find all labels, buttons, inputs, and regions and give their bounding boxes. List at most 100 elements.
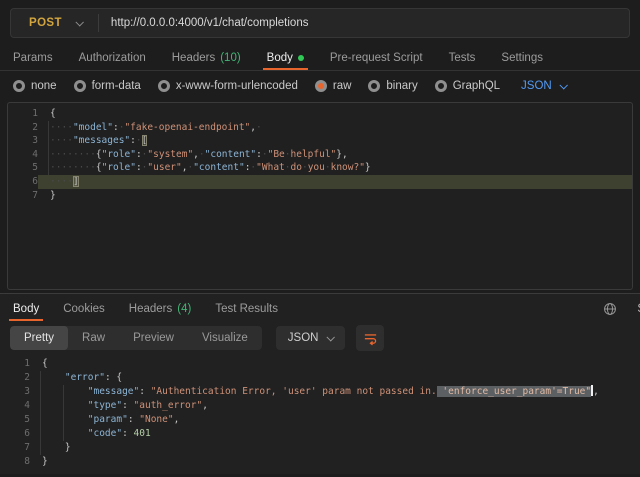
code-line-content: { bbox=[50, 107, 632, 121]
view-mode-group: Pretty Raw Preview Visualize bbox=[10, 326, 262, 350]
tab-authorization[interactable]: Authorization bbox=[78, 45, 147, 70]
line-number: 6 bbox=[14, 175, 38, 189]
code-line-content: "message": "Authentication Error, 'user'… bbox=[42, 385, 640, 399]
chevron-down-icon bbox=[327, 333, 335, 341]
code-line[interactable]: 3····"messages":·[ bbox=[8, 134, 632, 148]
code-line[interactable]: 1{ bbox=[8, 107, 632, 121]
globe-icon[interactable] bbox=[603, 302, 617, 316]
method-dropdown[interactable]: POST bbox=[11, 9, 98, 37]
radio-x-www-form-urlencoded[interactable]: x-www-form-urlencoded bbox=[158, 80, 298, 92]
tab-pre-request-script[interactable]: Pre-request Script bbox=[329, 45, 424, 70]
button-label: Visualize bbox=[202, 332, 248, 344]
code-line[interactable]: 1{ bbox=[0, 357, 640, 371]
tab-headers[interactable]: Headers (10) bbox=[171, 45, 242, 70]
tab-label: Tests bbox=[449, 52, 476, 64]
response-tab-body[interactable]: Body bbox=[12, 294, 40, 324]
radio-selected-icon bbox=[315, 80, 327, 92]
radio-icon bbox=[158, 80, 170, 92]
line-number: 7 bbox=[14, 189, 38, 203]
line-number: 3 bbox=[6, 385, 30, 399]
code-line[interactable]: 5 "param": "None", bbox=[0, 413, 640, 427]
button-label: Pretty bbox=[24, 332, 54, 344]
radio-label: GraphQL bbox=[453, 80, 500, 92]
chevron-down-icon bbox=[559, 81, 567, 89]
radio-binary[interactable]: binary bbox=[368, 80, 417, 92]
tab-params[interactable]: Params bbox=[12, 45, 54, 70]
view-pretty-button[interactable]: Pretty bbox=[10, 326, 68, 350]
radio-label: form-data bbox=[92, 80, 141, 92]
url-input[interactable] bbox=[99, 17, 629, 29]
request-language-dropdown[interactable]: JSON bbox=[521, 80, 566, 92]
radio-graphql[interactable]: GraphQL bbox=[435, 80, 500, 92]
code-line[interactable]: 7 } bbox=[0, 441, 640, 455]
radio-icon bbox=[435, 80, 447, 92]
line-number: 5 bbox=[6, 413, 30, 427]
code-line-content: ····"messages":·[ bbox=[50, 134, 632, 148]
response-tabs: Body Cookies Headers (4) Test Results S bbox=[0, 294, 640, 324]
view-preview-button[interactable]: Preview bbox=[119, 326, 188, 350]
tab-label: Params bbox=[13, 52, 53, 64]
line-number: 6 bbox=[6, 427, 30, 441]
code-line[interactable]: 2 "error": { bbox=[0, 371, 640, 385]
code-line-content: ········{"role":·"system",·"content":·"B… bbox=[50, 148, 632, 162]
code-line-content: "code": 401 bbox=[42, 427, 640, 441]
tab-settings[interactable]: Settings bbox=[500, 45, 544, 70]
radio-form-data[interactable]: form-data bbox=[74, 80, 141, 92]
line-number: 8 bbox=[6, 455, 30, 469]
code-line-content: } bbox=[42, 441, 640, 455]
unsaved-changes-dot bbox=[298, 55, 304, 61]
request-url-row: POST bbox=[0, 0, 640, 45]
code-line-content: "type": "auth_error", bbox=[42, 399, 640, 413]
url-bar: POST bbox=[10, 8, 630, 38]
radio-none[interactable]: none bbox=[13, 80, 57, 92]
code-line-content: ····] bbox=[50, 175, 632, 189]
button-label: Raw bbox=[82, 332, 105, 344]
radio-icon bbox=[74, 80, 86, 92]
code-line[interactable]: 6 ····] bbox=[8, 175, 632, 189]
chevron-down-icon bbox=[75, 18, 83, 26]
line-number: 2 bbox=[6, 371, 30, 385]
view-raw-button[interactable]: Raw bbox=[68, 326, 119, 350]
code-line[interactable]: 4 "type": "auth_error", bbox=[0, 399, 640, 413]
response-tab-test-results[interactable]: Test Results bbox=[214, 294, 279, 324]
response-tab-cookies[interactable]: Cookies bbox=[62, 294, 106, 324]
response-meta: S bbox=[603, 294, 640, 324]
headers-count-badge: (4) bbox=[177, 303, 191, 315]
tab-label: Authorization bbox=[79, 52, 146, 64]
code-line[interactable]: 7} bbox=[8, 189, 632, 203]
code-line[interactable]: 6 "code": 401 bbox=[0, 427, 640, 441]
tab-label: Cookies bbox=[63, 303, 105, 315]
code-line-content: { bbox=[42, 357, 640, 371]
method-label: POST bbox=[29, 17, 62, 29]
wrap-text-icon[interactable] bbox=[356, 325, 384, 351]
tab-label: Body bbox=[13, 303, 39, 315]
code-line[interactable]: 2 ····"model":·"fake-openai-endpoint",· bbox=[8, 121, 632, 135]
code-line[interactable]: 5········{"role":·"user",·"content":·"Wh… bbox=[8, 161, 632, 175]
code-line[interactable]: 4 ········{"role":·"system",·"content":·"… bbox=[8, 148, 632, 162]
view-visualize-button[interactable]: Visualize bbox=[188, 326, 262, 350]
radio-raw[interactable]: raw bbox=[315, 80, 352, 92]
code-line-content: ····"model":·"fake-openai-endpoint",· bbox=[50, 121, 632, 135]
request-body-editor[interactable]: 1{2 ····"model":·"fake-openai-endpoint",·… bbox=[7, 102, 633, 290]
radio-icon bbox=[368, 80, 380, 92]
language-label: JSON bbox=[521, 80, 552, 92]
line-number: 4 bbox=[6, 399, 30, 413]
headers-count-badge: (10) bbox=[220, 52, 240, 64]
tab-tests[interactable]: Tests bbox=[448, 45, 477, 70]
response-language-dropdown[interactable]: JSON bbox=[276, 326, 346, 350]
radio-label: none bbox=[31, 80, 57, 92]
code-line[interactable]: 3 "message": "Authentication Error, 'use… bbox=[0, 385, 640, 399]
response-body-viewer[interactable]: 1{2 "error": {3 "message": "Authenticati… bbox=[0, 355, 640, 469]
response-section: Body Cookies Headers (4) Test Results S … bbox=[0, 293, 640, 474]
response-tab-headers[interactable]: Headers (4) bbox=[128, 294, 193, 324]
response-toolbar: Pretty Raw Preview Visualize JSON bbox=[10, 325, 640, 351]
code-line-content: "error": { bbox=[42, 371, 640, 385]
code-line-content: ········{"role":·"user",·"content":·"Wha… bbox=[50, 161, 632, 175]
code-line[interactable]: 8} bbox=[0, 455, 640, 469]
app-root: { "request": { "method": "POST", "url": … bbox=[0, 0, 640, 477]
language-label: JSON bbox=[288, 332, 319, 344]
tab-label: Test Results bbox=[215, 303, 278, 315]
tab-body[interactable]: Body bbox=[266, 45, 305, 70]
line-number: 2 bbox=[14, 121, 38, 135]
line-number: 4 bbox=[14, 148, 38, 162]
